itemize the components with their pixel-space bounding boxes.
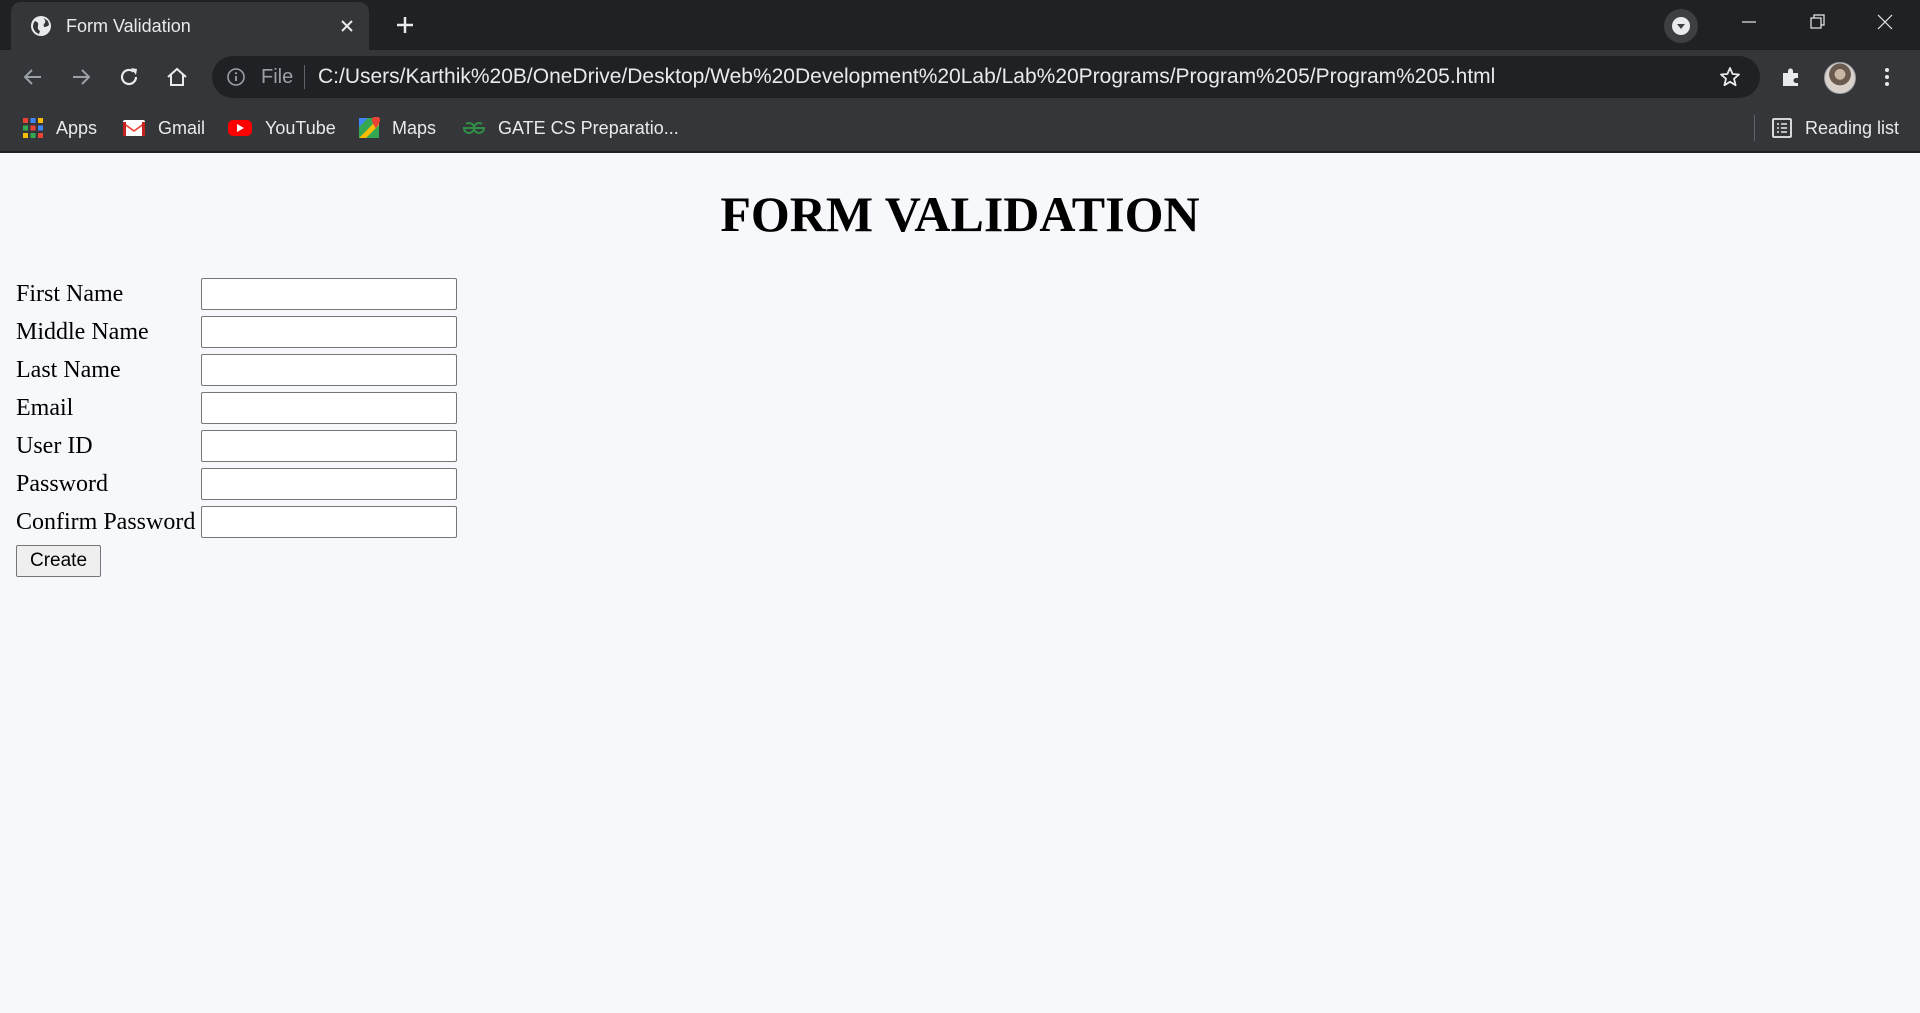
bookmark-label: YouTube	[265, 117, 336, 138]
address-scheme: File	[261, 66, 294, 88]
user-id-input[interactable]	[201, 430, 457, 462]
email-input[interactable]	[201, 392, 457, 424]
url-text[interactable]: C:/Users/Karthik%20B/OneDrive/Desktop/We…	[318, 65, 1495, 89]
page-content: FORM VALIDATION First Name Middle Name L…	[0, 155, 1920, 1013]
last-name-input[interactable]	[201, 354, 457, 386]
close-window-button[interactable]	[1852, 0, 1918, 44]
puzzle-piece-icon	[1783, 68, 1798, 86]
tab-strip: Form Validation	[0, 0, 1920, 50]
bookmark-gmail[interactable]: Gmail	[122, 115, 205, 141]
bookmark-star-icon[interactable]	[1718, 65, 1742, 89]
bookmark-youtube[interactable]: YouTube	[227, 115, 336, 141]
bookmark-label: Apps	[56, 117, 98, 138]
back-button[interactable]	[18, 62, 48, 92]
reading-list-button[interactable]: Reading list	[1771, 115, 1899, 141]
tab-search-button[interactable]	[1664, 9, 1698, 43]
extensions-button[interactable]	[1776, 62, 1806, 92]
minimize-icon	[1742, 21, 1756, 23]
close-tab-icon[interactable]	[335, 14, 359, 38]
confirm-password-input[interactable]	[201, 506, 457, 538]
reload-button[interactable]	[114, 62, 144, 92]
first-name-input[interactable]	[201, 278, 457, 310]
back-arrow-icon	[23, 69, 41, 85]
address-bar[interactable]: File C:/Users/Karthik%20B/OneDrive/Deskt…	[212, 56, 1760, 98]
last-name-label: Last Name	[16, 357, 121, 383]
bookmark-gate-cs[interactable]: GATE CS Preparatio...	[462, 115, 679, 141]
browser-menu-button[interactable]	[1872, 62, 1902, 92]
bookmarks-bar: Apps Gmail YouTube Maps GATE CS Preparat…	[0, 105, 1920, 153]
reading-list-label: Reading list	[1805, 117, 1900, 138]
middle-name-label: Middle Name	[16, 319, 149, 345]
bookmark-label: GATE CS Preparatio...	[498, 117, 679, 138]
profile-avatar[interactable]	[1824, 62, 1856, 94]
new-tab-icon[interactable]	[390, 10, 420, 40]
youtube-icon	[228, 120, 252, 136]
bookmark-apps[interactable]: Apps	[22, 115, 97, 141]
forward-arrow-icon	[73, 69, 91, 85]
first-name-label: First Name	[16, 281, 124, 307]
minimize-button[interactable]	[1716, 0, 1782, 44]
bookmarks-separator	[1754, 115, 1755, 141]
tab-title: Form Validation	[66, 16, 191, 36]
apps-grid-icon	[23, 118, 43, 138]
password-label: Password	[16, 471, 109, 497]
more-vertical-icon	[1885, 68, 1889, 86]
middle-name-input[interactable]	[201, 316, 457, 348]
forward-button[interactable]	[66, 62, 96, 92]
home-button[interactable]	[162, 62, 192, 92]
home-icon	[167, 67, 187, 86]
globe-icon	[31, 16, 51, 36]
reading-list-icon	[1772, 118, 1792, 138]
geeksforgeeks-icon	[462, 122, 486, 134]
tab-form-validation[interactable]: Form Validation	[11, 2, 369, 50]
bookmark-label: Maps	[392, 117, 437, 138]
restore-button[interactable]	[1784, 0, 1850, 44]
restore-icon	[1810, 14, 1825, 29]
confirm-password-label: Confirm Password	[16, 509, 196, 535]
bookmark-label: Gmail	[158, 117, 206, 138]
address-separator	[304, 65, 305, 89]
email-label: Email	[16, 395, 74, 421]
browser-toolbar: File C:/Users/Karthik%20B/OneDrive/Deskt…	[0, 50, 1920, 105]
password-input[interactable]	[201, 468, 457, 500]
user-id-label: User ID	[16, 433, 93, 459]
maps-icon	[359, 117, 380, 138]
info-icon[interactable]	[226, 67, 246, 87]
chevron-down-icon	[1672, 17, 1690, 35]
bookmark-maps[interactable]: Maps	[358, 115, 436, 141]
gmail-icon	[123, 120, 145, 136]
create-button[interactable]: Create	[16, 545, 101, 577]
page-heading: FORM VALIDATION	[720, 186, 1200, 242]
reload-icon	[120, 68, 138, 86]
close-icon	[1877, 14, 1893, 30]
